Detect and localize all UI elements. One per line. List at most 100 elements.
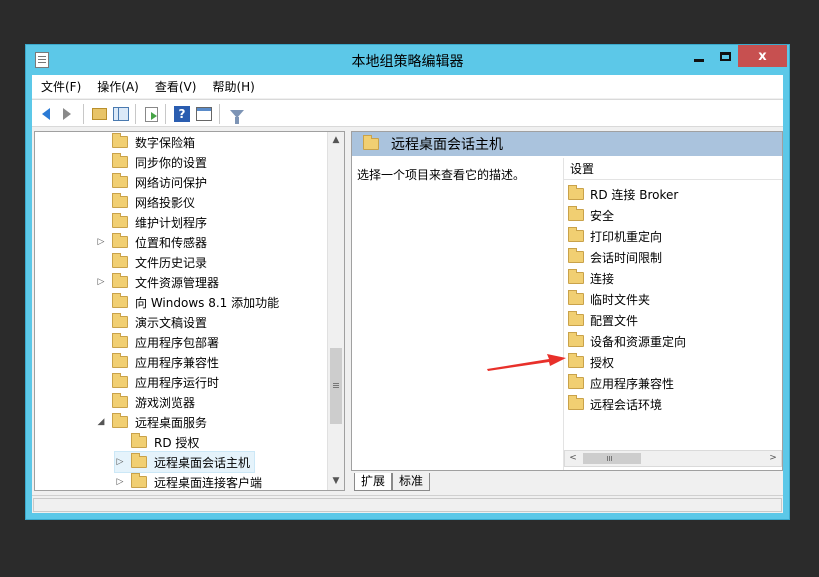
expander-icon[interactable]: ▷ — [96, 237, 106, 247]
show-hide-tree-button[interactable] — [112, 105, 130, 123]
annotation-arrow-shape — [487, 354, 566, 371]
tree-item[interactable]: 应用程序兼容性 — [96, 352, 219, 372]
folder-icon — [568, 374, 584, 389]
filter-button[interactable] — [228, 105, 246, 124]
folder-icon — [568, 353, 584, 368]
title-bar[interactable]: 本地组策略编辑器 x — [26, 45, 789, 75]
details-header: 远程桌面会话主机 — [352, 132, 782, 156]
tree-item[interactable]: ◢ 远程桌面服务 — [96, 412, 207, 432]
folder-icon — [112, 293, 128, 308]
toolbar-separator — [135, 104, 136, 124]
minimize-button[interactable] — [686, 45, 712, 67]
tree-item[interactable]: 应用程序运行时 — [96, 372, 219, 392]
tree-item[interactable]: ▷ 位置和传感器 — [96, 232, 207, 252]
menu-view[interactable]: 查看(V) — [150, 78, 202, 95]
scroll-up-icon[interactable]: ▲ — [328, 132, 344, 149]
properties-icon — [196, 107, 212, 121]
menu-action[interactable]: 操作(A) — [92, 78, 144, 95]
setting-item[interactable]: 会话时间限制 — [568, 247, 662, 267]
tree-item[interactable]: 演示文稿设置 — [96, 312, 207, 332]
up-folder-button[interactable] — [90, 105, 108, 123]
tree-item-label: 同步你的设置 — [135, 155, 208, 170]
setting-item[interactable]: 授权 — [568, 352, 614, 372]
client-area: 文件(F) 操作(A) 查看(V) 帮助(H) ? 数字保险箱同步你的设置网络访… — [32, 75, 783, 513]
tree-item[interactable]: 网络访问保护 — [96, 172, 207, 192]
settings-list[interactable]: 设置 RD 连接 Broker 安全 打印机重定向会话时间限制连接 临时文件夹配置文件… — [563, 158, 782, 470]
tree-item[interactable]: 文件历史记录 — [96, 252, 207, 272]
scroll-left-icon[interactable]: < — [565, 451, 581, 466]
setting-item[interactable]: 配置文件 — [568, 310, 638, 330]
expander-icon[interactable]: ▷ — [96, 277, 106, 287]
folder-icon — [112, 153, 128, 168]
expander-icon[interactable]: ◢ — [96, 417, 106, 427]
annotation-arrow-icon — [487, 354, 566, 371]
expander-icon[interactable]: ▷ — [115, 477, 125, 487]
tree-item[interactable]: ▷ 远程桌面连接客户端 — [115, 472, 262, 490]
setting-item-label: 配置文件 — [590, 313, 639, 328]
description-text: 选择一个项目来查看它的描述。 — [357, 168, 526, 182]
setting-item[interactable]: 安全 — [568, 205, 614, 225]
window-title: 本地组策略编辑器 — [351, 54, 464, 70]
help-button[interactable]: ? — [173, 105, 191, 123]
forward-icon — [63, 108, 71, 120]
forward-button[interactable] — [58, 105, 76, 123]
tree-item[interactable]: 维护计划程序 — [96, 212, 207, 232]
menu-file[interactable]: 文件(F) — [36, 78, 86, 95]
expander-icon[interactable]: ▷ — [115, 457, 125, 467]
folder-icon — [363, 135, 379, 150]
setting-item-label: 远程会话环境 — [590, 397, 663, 412]
setting-item[interactable]: 临时文件夹 — [568, 289, 650, 309]
setting-item-label: 授权 — [590, 355, 615, 370]
scroll-down-icon[interactable]: ▼ — [328, 473, 344, 490]
scroll-right-icon[interactable]: > — [765, 451, 781, 466]
maximize-icon — [719, 51, 731, 61]
setting-item[interactable]: 打印机重定向 — [568, 226, 662, 246]
folder-icon — [112, 133, 128, 148]
tree-item[interactable]: 应用程序包部署 — [96, 332, 219, 352]
tab-standard[interactable]: 标准 — [392, 473, 431, 491]
view-tabs: 扩展 标准 — [354, 473, 431, 493]
tree-item-label: 远程桌面服务 — [135, 415, 208, 430]
tree-vertical-scrollbar[interactable]: ▲ ▼ — [327, 132, 344, 490]
minimize-icon — [694, 58, 704, 62]
tree-item[interactable]: 游戏浏览器 — [96, 392, 195, 412]
folder-icon — [112, 173, 128, 188]
tree-item[interactable]: 向 Windows 8.1 添加功能 — [96, 292, 279, 312]
maximize-button[interactable] — [712, 45, 738, 67]
tree-item[interactable]: 网络投影仪 — [96, 192, 195, 212]
setting-item-label: 会话时间限制 — [590, 250, 663, 265]
tree-pane[interactable]: 数字保险箱同步你的设置网络访问保护 网络投影仪维护计划程序 ▷ 位置和传感器文件历史记… — [34, 131, 345, 491]
close-button[interactable]: x — [738, 45, 787, 67]
properties-button[interactable] — [195, 105, 213, 123]
grip-icon — [333, 383, 339, 384]
setting-item-label: 应用程序兼容性 — [590, 376, 675, 391]
scroll-thumb[interactable] — [583, 453, 641, 464]
column-header-setting[interactable]: 设置 — [564, 158, 782, 180]
setting-item[interactable]: 远程会话环境 — [568, 394, 662, 414]
scroll-thumb[interactable] — [330, 348, 342, 424]
tab-extended[interactable]: 扩展 — [354, 473, 393, 491]
setting-item[interactable]: 设备和资源重定向 — [568, 331, 686, 351]
setting-item-label: 设备和资源重定向 — [590, 334, 687, 349]
menu-help[interactable]: 帮助(H) — [207, 78, 259, 95]
tree-item[interactable]: RD 授权 — [115, 432, 199, 452]
grip-icon — [607, 456, 608, 461]
folder-icon — [568, 395, 584, 410]
tree-item-label: 向 Windows 8.1 添加功能 — [135, 295, 280, 310]
tree-item-label: 维护计划程序 — [135, 215, 208, 230]
setting-item[interactable]: 应用程序兼容性 — [568, 373, 674, 393]
tree-item[interactable]: 同步你的设置 — [96, 152, 207, 172]
tree-item[interactable]: 数字保险箱 — [96, 132, 195, 152]
tree-item[interactable]: ▷ 文件资源管理器 — [96, 272, 219, 292]
back-button[interactable] — [37, 105, 55, 123]
setting-item[interactable]: 连接 — [568, 268, 614, 288]
folder-icon — [112, 413, 128, 428]
tree-item-label: 游戏浏览器 — [135, 395, 196, 410]
tree-item[interactable]: ▷ 远程桌面会话主机 — [113, 451, 256, 473]
settings-horizontal-scrollbar[interactable]: < > — [564, 450, 782, 467]
folder-icon — [112, 373, 128, 388]
folder-icon — [112, 213, 128, 228]
setting-item[interactable]: RD 连接 Broker — [568, 184, 678, 204]
export-list-button[interactable] — [142, 105, 160, 123]
tree-item-label: 文件历史记录 — [135, 255, 208, 270]
